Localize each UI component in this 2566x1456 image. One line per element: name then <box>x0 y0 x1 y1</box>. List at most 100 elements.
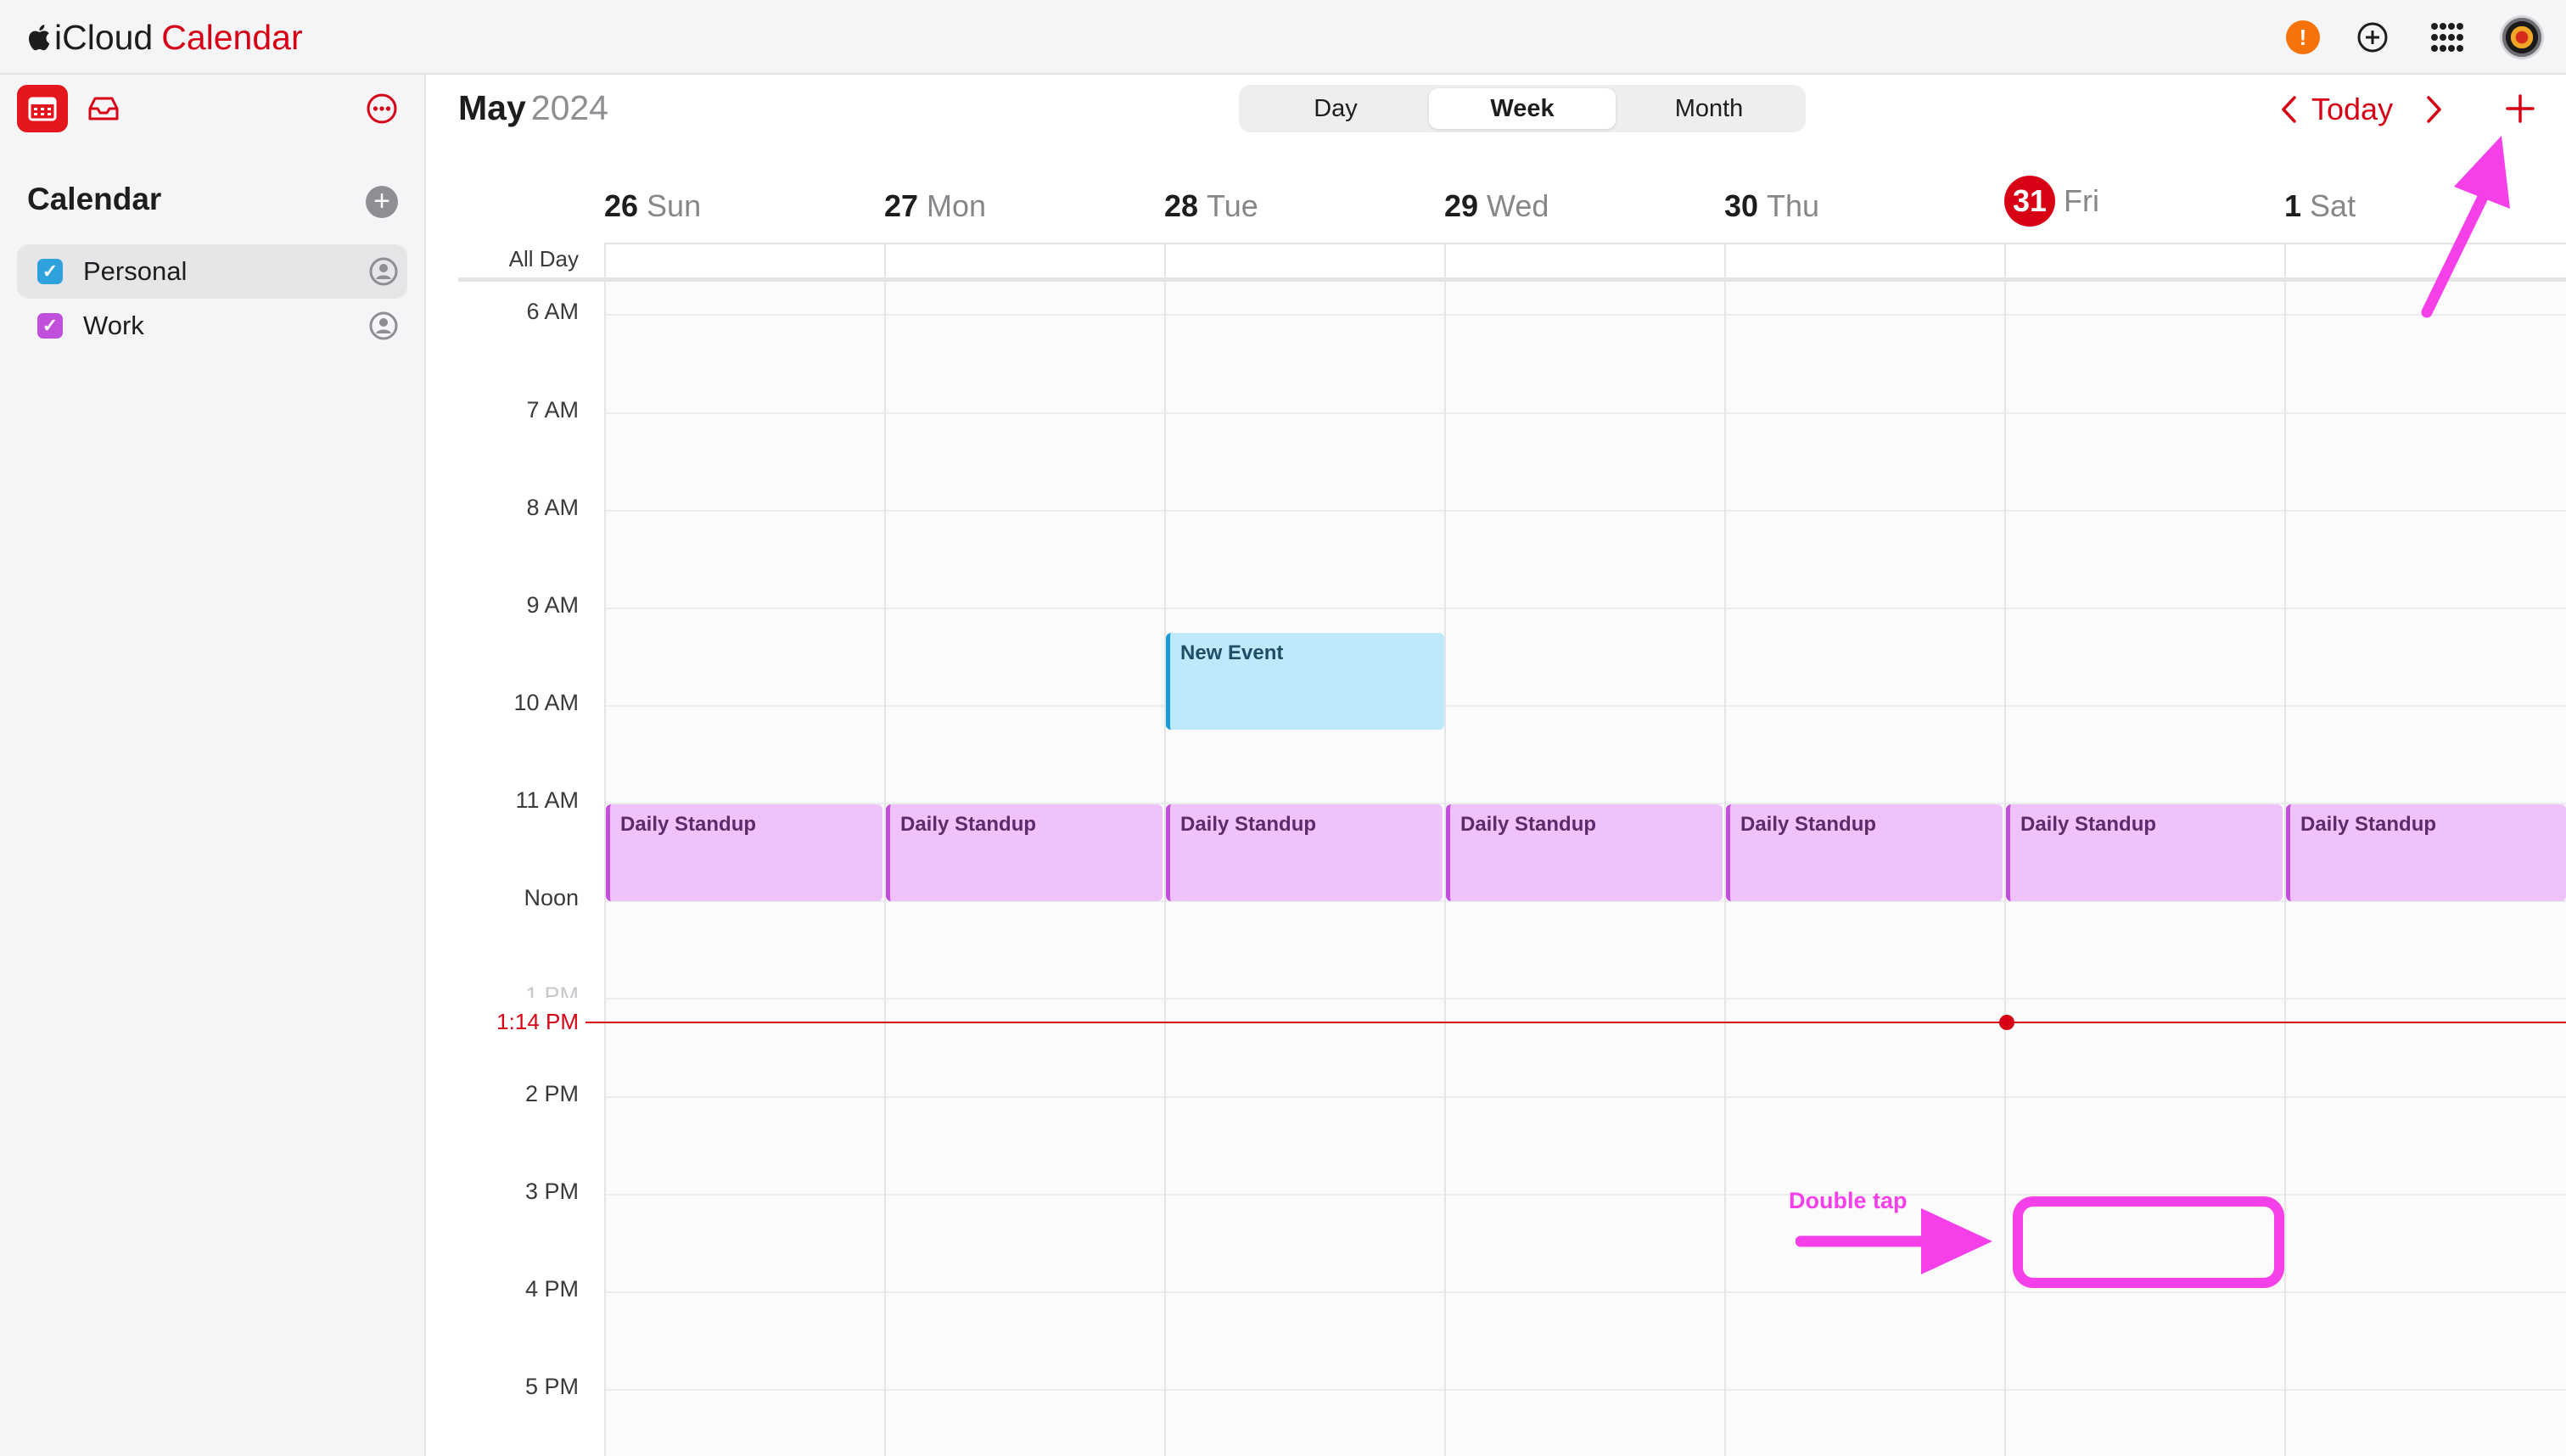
annotation-highlight-box <box>2013 1196 2284 1288</box>
next-week-button[interactable] <box>2420 88 2447 131</box>
apple-logo-icon <box>29 25 50 51</box>
event-title: New Event <box>1180 641 1284 664</box>
brand-icloud: iCloud <box>54 17 154 57</box>
more-options-icon[interactable] <box>363 90 401 127</box>
event-daily-standup[interactable]: Daily Standup <box>2006 804 2283 901</box>
page-title: May 2024 <box>458 88 608 128</box>
brand-calendar: Calendar <box>161 17 303 57</box>
hour-line <box>604 1291 2566 1293</box>
day-header-sun[interactable]: 26 Sun <box>604 185 701 227</box>
current-time-label: 1:14 PM <box>496 1009 579 1034</box>
event-title: Daily Standup <box>1460 813 1597 836</box>
day-header-wed[interactable]: 29 Wed <box>1444 185 1549 227</box>
hour-line <box>604 1194 2566 1196</box>
annotation-arrow-icon <box>1796 1208 1992 1274</box>
view-switcher: Day Week Month <box>1239 85 1806 132</box>
view-week-button[interactable]: Week <box>1429 88 1616 129</box>
current-time-dot <box>1999 1015 2014 1030</box>
view-month-button[interactable]: Month <box>1616 88 1802 129</box>
app-logo[interactable]: iCloud Calendar <box>25 14 303 61</box>
shared-user-icon[interactable] <box>368 311 399 341</box>
day-name: Sun <box>647 188 702 223</box>
hour-line <box>604 1389 2566 1391</box>
calendar-item-label: Work <box>83 311 144 340</box>
hour-label: 5 PM <box>524 1374 579 1399</box>
day-header-tue[interactable]: 28 Tue <box>1164 185 1258 227</box>
hour-label: Noon <box>524 885 579 910</box>
alert-icon[interactable]: ! <box>2286 20 2320 54</box>
previous-week-button[interactable] <box>2276 88 2303 131</box>
hour-line <box>604 314 2566 316</box>
top-actions: ! <box>2255 15 2544 59</box>
calendars-heading: Calendar <box>27 182 162 216</box>
day-number: 27 <box>884 188 919 223</box>
top-bar: iCloud Calendar ! <box>0 0 2566 75</box>
hour-label: 3 PM <box>524 1179 579 1204</box>
event-title: Daily Standup <box>900 813 1037 836</box>
day-name: Fri <box>2064 183 2099 218</box>
plus-icon <box>2506 94 2535 123</box>
hour-line <box>604 705 2566 707</box>
day-name: Mon <box>927 188 987 223</box>
inbox-icon[interactable] <box>85 90 122 127</box>
event-new-event[interactable]: New Event <box>1166 633 1444 730</box>
today-button[interactable]: Today <box>2311 88 2393 131</box>
event-daily-standup[interactable]: Daily Standup <box>1166 804 1443 901</box>
event-daily-standup[interactable]: Daily Standup <box>606 804 882 901</box>
event-daily-standup[interactable]: Daily Standup <box>1726 804 2003 901</box>
add-event-button[interactable] <box>2498 87 2542 131</box>
hour-label: 6 AM <box>526 299 579 324</box>
chevron-left-icon <box>2282 96 2296 123</box>
avatar[interactable] <box>2500 15 2544 59</box>
add-calendar-button[interactable]: + <box>366 186 398 218</box>
checkbox-icon[interactable]: ✓ <box>37 313 63 339</box>
view-day-button[interactable]: Day <box>1242 88 1429 129</box>
day-header-mon[interactable]: 27 Mon <box>884 185 986 227</box>
event-daily-standup[interactable]: Daily Standup <box>1446 804 1723 901</box>
event-daily-standup[interactable]: Daily Standup <box>2286 804 2566 901</box>
day-header-fri[interactable]: 31 Fri <box>2004 176 2099 227</box>
hour-label: 4 PM <box>524 1276 579 1302</box>
day-name: Sat <box>2310 188 2356 223</box>
day-number: 29 <box>1444 188 1479 223</box>
day-name: Wed <box>1487 188 1549 223</box>
hour-label: 10 AM <box>513 690 579 715</box>
event-title: Daily Standup <box>1180 813 1317 836</box>
sidebar: Calendar + ✓ Personal ✓ Work <box>0 75 426 1456</box>
event-title: Daily Standup <box>2300 813 2437 836</box>
hour-line <box>604 998 2566 1000</box>
calendar-item-personal[interactable]: ✓ Personal <box>17 244 407 299</box>
hour-label: 2 PM <box>524 1081 579 1106</box>
hour-line <box>604 412 2566 414</box>
annotation-arrow-icon <box>2421 136 2510 318</box>
app-grid-icon[interactable] <box>2425 15 2469 59</box>
today-day-number: 31 <box>2004 176 2055 227</box>
day-number: 28 <box>1164 188 1199 223</box>
day-name: Tue <box>1207 188 1258 223</box>
month-label: May <box>458 88 526 127</box>
event-daily-standup[interactable]: Daily Standup <box>886 804 1163 901</box>
current-time-line <box>585 1022 2566 1023</box>
hour-label: 8 AM <box>526 495 579 520</box>
calendar-view-icon[interactable] <box>17 85 68 132</box>
calendar-item-label: Personal <box>83 256 188 286</box>
shared-user-icon[interactable] <box>368 256 399 287</box>
day-number: 1 <box>2284 188 2302 223</box>
day-header-thu[interactable]: 30 Thu <box>1724 185 1819 227</box>
all-day-row[interactable] <box>604 243 2566 282</box>
day-number: 26 <box>604 188 639 223</box>
add-circle-icon[interactable] <box>2350 15 2395 59</box>
hour-label: 1 PM <box>524 983 579 998</box>
hour-label: 7 AM <box>526 397 579 423</box>
checkbox-icon[interactable]: ✓ <box>37 259 63 284</box>
day-name: Thu <box>1767 188 1820 223</box>
all-day-label: All Day <box>508 246 579 272</box>
day-header-sat[interactable]: 1 Sat <box>2284 185 2356 227</box>
hour-label: 11 AM <box>515 787 579 813</box>
hour-line <box>604 608 2566 609</box>
hour-line <box>604 1096 2566 1098</box>
calendar-item-work[interactable]: ✓ Work <box>17 299 407 353</box>
event-title: Daily Standup <box>1740 813 1877 836</box>
chevron-right-icon <box>2427 96 2441 123</box>
event-title: Daily Standup <box>620 813 757 836</box>
